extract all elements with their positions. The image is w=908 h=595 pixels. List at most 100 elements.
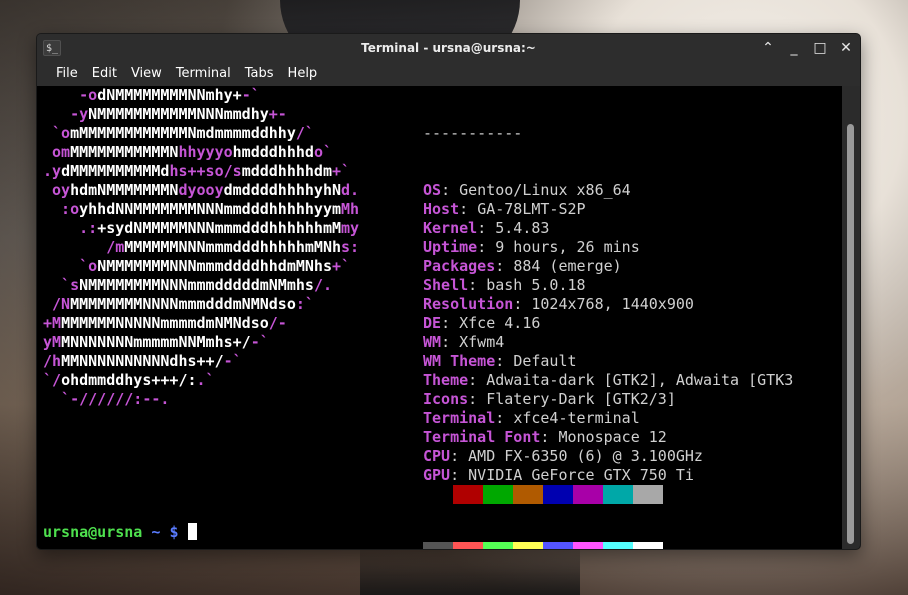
menu-tabs[interactable]: Tabs xyxy=(238,62,281,86)
palette-swatch xyxy=(633,542,663,549)
info-line: Icons: Flatery-Dark [GTK2/3] xyxy=(423,390,840,409)
logo-segment: ohdmmddhys+++/: xyxy=(61,371,197,389)
logo-line: `sNMMMMMMMMNNNmmmdddddmNMmhs/. xyxy=(43,276,421,295)
palette-swatch xyxy=(423,485,453,504)
info-key: Icons xyxy=(423,390,469,408)
menu-terminal[interactable]: Terminal xyxy=(169,62,238,86)
logo-segment: s: xyxy=(341,238,360,256)
info-colon: : xyxy=(468,276,487,294)
logo-segment: hdmNMMMMMMMN xyxy=(70,181,179,199)
logo-segment: MMMMMMNNNmmmdddhhhhhmMNh xyxy=(124,238,342,256)
system-info: ----------- OS: Gentoo/Linux x86_64 Host:… xyxy=(423,86,840,504)
title-bar[interactable]: $_ Terminal - ursna@ursna:~ ⌃ _ □ ✕ xyxy=(37,34,860,62)
logo-segment: `/ xyxy=(43,371,62,389)
logo-line: .:+sydNMMMMMNNNmmmdddhhhhhhmMmy xyxy=(43,219,421,238)
info-colon: : xyxy=(513,295,532,313)
info-line: Terminal: xfce4-terminal xyxy=(423,409,840,428)
menu-view[interactable]: View xyxy=(124,62,169,86)
prompt-user-host: ursna@ursna xyxy=(43,523,143,541)
logo-segment: MMMMMMMMMMMN xyxy=(70,143,179,161)
menu-help[interactable]: Help xyxy=(281,62,325,86)
close-icon[interactable]: ✕ xyxy=(838,40,854,56)
info-key: Kernel xyxy=(423,219,478,237)
palette-swatch xyxy=(543,542,573,549)
logo-segment: `o xyxy=(43,124,71,142)
info-colon: : xyxy=(441,181,460,199)
info-line: Theme: Adwaita-dark [GTK2], Adwaita [GTK… xyxy=(423,371,840,390)
palette-swatch xyxy=(603,542,633,549)
logo-line: yMMNNNNNNNmmmmmNNMmhs+/-` xyxy=(43,333,421,352)
palette-swatch xyxy=(573,542,603,549)
info-colon: : xyxy=(459,200,478,218)
info-value: Gentoo/Linux x86_64 xyxy=(459,181,631,199)
palette-swatch xyxy=(483,485,513,504)
info-colon: : xyxy=(477,219,496,237)
logo-line: `-//////:--. xyxy=(43,390,421,409)
info-line: Host: GA-78LMT-S2P xyxy=(423,200,840,219)
minimize-icon[interactable]: _ xyxy=(786,40,802,56)
logo-segment: NMMMMMMMMMMMNNNmmdhy xyxy=(88,105,269,123)
logo-segment: /. xyxy=(313,276,332,294)
logo-segment: yM xyxy=(43,333,62,351)
text-cursor xyxy=(187,523,197,540)
terminal-window[interactable]: $_ Terminal - ursna@ursna:~ ⌃ _ □ ✕ File… xyxy=(36,33,861,550)
palette-swatch xyxy=(453,542,483,549)
menu-file[interactable]: File xyxy=(49,62,85,86)
scrollbar-thumb[interactable] xyxy=(847,124,854,544)
logo-segment: MMMMMMMMNNNNmmmdddmNMNdso xyxy=(70,295,296,313)
logo-segment: /m xyxy=(43,238,125,256)
info-value: 884 (emerge) xyxy=(513,257,622,275)
info-value: xfce4-terminal xyxy=(513,409,640,427)
logo-segment: +M xyxy=(43,314,62,332)
info-line: WM Theme: Default xyxy=(423,352,840,371)
logo-segment: hs++so/s xyxy=(169,162,242,180)
logo-segment: Mh xyxy=(341,200,360,218)
palette-swatch xyxy=(453,485,483,504)
info-key: Shell xyxy=(423,276,469,294)
shade-icon[interactable]: ⌃ xyxy=(760,40,776,56)
logo-segment: MMMMMMNNNNNmmmmdmNMNdso xyxy=(61,314,269,332)
info-key: Terminal xyxy=(423,409,496,427)
shell-prompt[interactable]: ursna@ursna ~ $ xyxy=(43,523,197,542)
terminal-area[interactable]: -odNMMMMMMMMNNmhy+-` -yNMMMMMMMMMMMNNNmm… xyxy=(37,86,860,549)
palette-swatch xyxy=(483,542,513,549)
info-value: GA-78LMT-S2P xyxy=(477,200,586,218)
logo-segment: MMNNNNNNNNNNdhs++/ xyxy=(61,352,224,370)
logo-segment: NMMMMMMMMNNNmmmdddddmNMmhs xyxy=(79,276,314,294)
palette-swatch xyxy=(543,485,573,504)
palette-swatch xyxy=(573,485,603,504)
info-line: Uptime: 9 hours, 26 mins xyxy=(423,238,840,257)
info-line: DE: Xfce 4.16 xyxy=(423,314,840,333)
logo-segment: -` xyxy=(223,352,242,370)
palette-swatch xyxy=(603,485,633,504)
logo-segment: NMMMMMMMNNNmmmddddhhdmMNhs xyxy=(97,257,332,275)
info-value: 9 hours, 26 mins xyxy=(495,238,640,256)
info-key: Host xyxy=(423,200,460,218)
prompt-path: ~ xyxy=(142,523,170,541)
palette-swatch xyxy=(423,542,453,549)
logo-segment: d. xyxy=(341,181,360,199)
info-key: DE xyxy=(423,314,442,332)
logo-segment: `s xyxy=(43,276,80,294)
logo-segment: dNMMMMMMMMNNmhy+ xyxy=(97,86,242,104)
logo-segment: /h xyxy=(43,352,62,370)
menu-edit[interactable]: Edit xyxy=(85,62,124,86)
info-value: Default xyxy=(513,352,577,370)
info-key: Uptime xyxy=(423,238,478,256)
logo-segment: -` xyxy=(241,86,260,104)
logo-segment: :` xyxy=(295,295,314,313)
info-colon: : xyxy=(441,333,460,351)
maximize-icon[interactable]: □ xyxy=(812,40,828,56)
terminal-app-icon[interactable]: $_ xyxy=(43,40,61,56)
logo-segment: +` xyxy=(332,257,351,275)
info-line: Terminal Font: Monospace 12 xyxy=(423,428,840,447)
logo-segment: om xyxy=(43,143,71,161)
logo-segment: hhyyyo xyxy=(178,143,233,161)
info-key: WM Theme xyxy=(423,352,496,370)
logo-line: /mMMMMMMNNNmmmdddhhhhhmMNhs: xyxy=(43,238,421,257)
vertical-scrollbar[interactable] xyxy=(842,86,860,549)
logo-segment: hmdddhhhd xyxy=(232,143,314,161)
info-value: 5.4.83 xyxy=(495,219,550,237)
logo-segment: +sydNMMMMMNNNmmmdddhhhhhhmM xyxy=(97,219,342,237)
info-separator: ----------- xyxy=(423,124,523,142)
